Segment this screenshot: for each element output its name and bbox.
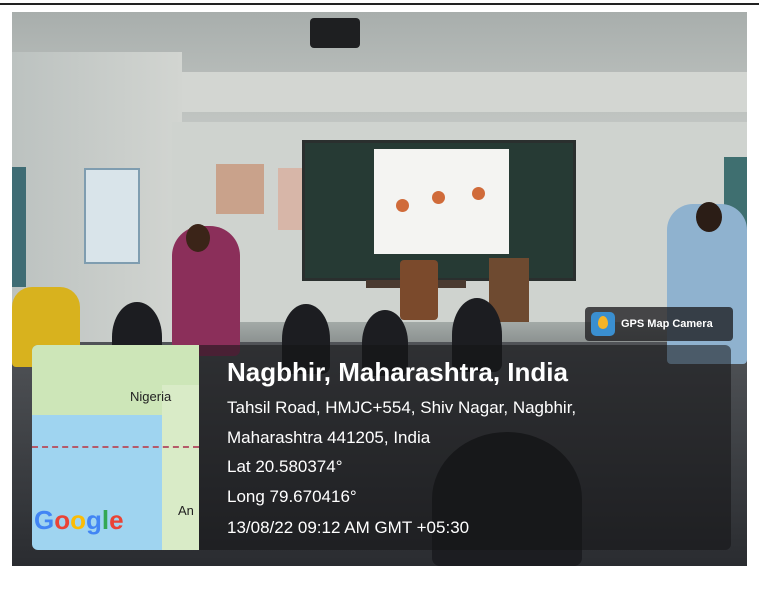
map-equator-line — [32, 446, 199, 448]
google-logo: Google — [34, 505, 124, 535]
location-title: Nagbhir, Maharashtra, India — [227, 357, 568, 387]
projector — [310, 18, 360, 48]
longitude: Long 79.670416° — [227, 487, 357, 506]
wall-poster — [216, 164, 264, 214]
map-land — [162, 385, 199, 550]
man-head — [696, 202, 722, 232]
map-thumbnail: Nigeria An Google — [32, 345, 199, 550]
latitude: Lat 20.580374° — [227, 457, 343, 476]
slide-dot — [396, 199, 409, 212]
ceiling-beam — [162, 72, 747, 112]
datetime: 13/08/22 09:12 AM GMT +05:30 — [227, 518, 470, 537]
teacher-head — [186, 224, 210, 252]
slide-dot — [432, 191, 445, 204]
address-line-2: Maharashtra 441205, India — [227, 428, 431, 447]
map-label-country: Nigeria — [130, 389, 172, 404]
slide-dot — [472, 187, 485, 200]
address-line-1: Tahsil Road, HMJC+554, Shiv Nagar, Nagbh… — [227, 398, 577, 417]
top-rule — [0, 3, 759, 5]
wall-chart — [84, 168, 140, 264]
window — [12, 167, 26, 287]
badge-label: GPS Map Camera — [621, 318, 713, 330]
gps-map-camera-badge: GPS Map Camera — [585, 307, 733, 341]
gps-map-camera-icon — [591, 312, 615, 336]
projection-screen — [374, 149, 509, 254]
chair — [400, 260, 438, 320]
map-label-partial: An — [178, 503, 194, 518]
